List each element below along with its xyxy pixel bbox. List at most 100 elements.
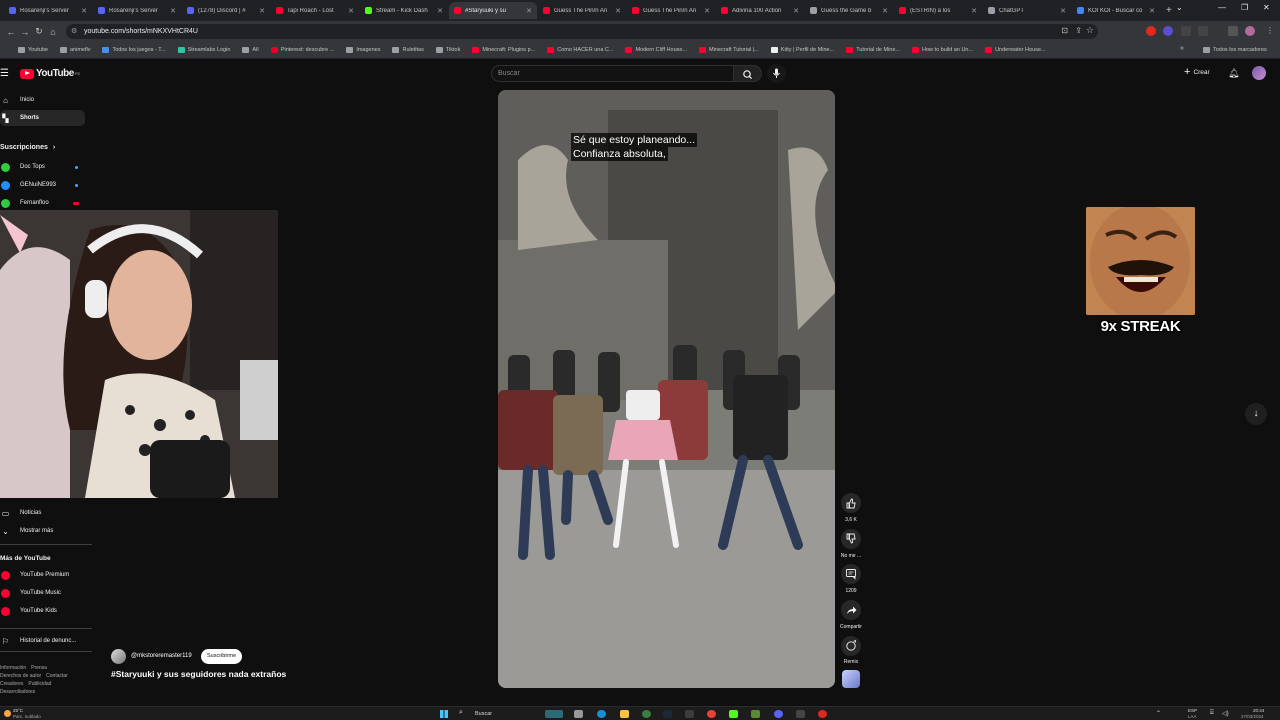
subscription-item[interactable]: Fernanfloo <box>0 195 49 211</box>
sidebar-item-report-history[interactable]: ⚐ Historial de denunc... <box>0 633 76 649</box>
bookmark-item[interactable]: animeflv <box>60 47 90 53</box>
sound-thumbnail[interactable] <box>842 670 860 688</box>
like-button[interactable] <box>841 493 861 513</box>
browser-tab[interactable]: Stream - Kick Dash ✕ <box>360 2 448 19</box>
file-explorer-icon[interactable] <box>620 710 629 718</box>
show-more-button[interactable]: ⌄ Mostrar más <box>0 523 53 539</box>
volume-icon[interactable]: ◁) <box>1222 710 1229 717</box>
subscription-item[interactable]: Doc Tops <box>0 159 45 175</box>
close-window-icon[interactable]: ✕ <box>1263 3 1270 12</box>
xbox-icon[interactable] <box>642 710 651 718</box>
install-icon[interactable]: ⊡ <box>1061 26 1068 35</box>
sidebar-item-more-youtube[interactable]: YouTube Premium <box>0 567 69 583</box>
back-icon[interactable]: ← <box>4 27 18 37</box>
account-avatar[interactable] <box>1252 66 1266 80</box>
chrome-icon[interactable] <box>707 710 716 718</box>
bookmark-item[interactable]: Youtube <box>18 47 48 53</box>
browser-tab[interactable]: Tapi Roach - Lost ✕ <box>271 2 359 19</box>
short-video-player[interactable]: Sé que estoy planeando... Confianza abso… <box>498 90 835 688</box>
sidebar-item-news[interactable]: ▭ Noticias <box>0 505 42 521</box>
search-input[interactable] <box>491 65 734 82</box>
browser-tab[interactable]: KOI KOI - Buscar co ✕ <box>1072 2 1160 19</box>
bookmark-item[interactable]: Underwater House... <box>985 47 1046 53</box>
home-icon[interactable]: ⌂ <box>46 27 60 37</box>
footer-link[interactable]: Contactar <box>46 673 68 679</box>
browser-tab[interactable]: ChatGPT ✕ <box>983 2 1071 19</box>
windows-start-icon[interactable] <box>440 710 448 718</box>
browser-tab[interactable]: Guess the Game b ✕ <box>805 2 893 19</box>
bookmark-item[interactable]: Todos los juegos - T... <box>102 47 166 53</box>
footer-link[interactable]: Información <box>0 665 26 671</box>
extensions-puzzle-icon[interactable] <box>1181 26 1191 36</box>
browser-tab[interactable]: Guess The Pin/n An ✕ <box>627 2 715 19</box>
minimize-icon[interactable]: — <box>1218 3 1226 12</box>
tab-close-icon[interactable]: ✕ <box>1060 7 1066 15</box>
minecraft-icon[interactable] <box>751 710 760 718</box>
next-short-arrow-down-icon[interactable]: ↓ <box>1245 403 1267 425</box>
menu-icon[interactable]: ☰ <box>0 68 9 79</box>
tray-chevron-up-icon[interactable]: ⌃ <box>1156 710 1161 717</box>
sidebar-item-more-youtube[interactable]: YouTube Kids <box>0 603 57 619</box>
tab-close-icon[interactable]: ✕ <box>704 7 710 15</box>
tab-close-icon[interactable]: ✕ <box>1149 7 1155 15</box>
dislike-button[interactable] <box>841 529 861 549</box>
channel-name[interactable]: @mkstoreremaster119 <box>131 653 192 659</box>
bookmark-item[interactable]: Pinterest: descubre ... <box>270 47 334 53</box>
bookmark-item[interactable]: Streamlabs Login <box>177 47 230 53</box>
tab-search-icon[interactable]: ⌄ <box>1176 3 1183 12</box>
site-info-icon[interactable]: ⚙ <box>71 27 77 35</box>
browser-tab[interactable]: #Staryuuki y su ✕ <box>449 2 537 19</box>
bookmark-item[interactable]: Imagenes <box>346 47 380 53</box>
footer-link[interactable]: Creadores <box>0 681 23 687</box>
maximize-icon[interactable]: ❐ <box>1241 3 1248 12</box>
downloads-icon[interactable] <box>1228 26 1238 36</box>
youtube-logo[interactable]: YouTube PE <box>20 68 80 79</box>
clock-time[interactable]: 20:44 <box>1253 708 1264 713</box>
bookmark-item[interactable]: Kitty | Perfil de Mine... <box>770 47 834 53</box>
forward-icon[interactable]: → <box>18 27 32 37</box>
capcut-icon[interactable] <box>796 710 805 718</box>
channel-avatar[interactable] <box>111 649 126 664</box>
taskbar-search-icon[interactable]: ⌕ <box>459 709 463 717</box>
browser-tab[interactable]: Rosarenji's Server ✕ <box>4 2 92 19</box>
edge-icon[interactable] <box>597 710 606 718</box>
tab-close-icon[interactable]: ✕ <box>793 7 799 15</box>
tab-close-icon[interactable]: ✕ <box>437 7 443 15</box>
tab-close-icon[interactable]: ✕ <box>882 7 888 15</box>
new-tab-plus-icon[interactable]: + <box>1166 5 1172 16</box>
weather-icon[interactable] <box>4 710 11 717</box>
task-view-icon[interactable] <box>574 710 583 718</box>
bookmark-item[interactable]: Como HACER una C... <box>547 47 613 53</box>
footer-link[interactable]: Publicidad <box>28 681 51 687</box>
opera-icon[interactable] <box>818 710 827 718</box>
bookmark-item[interactable]: Tutorial de Mine... <box>846 47 900 53</box>
notifications-bell-icon[interactable]: 🔔︎ <box>1228 68 1239 79</box>
sidebar-item-home[interactable]: ⌂ Inicio <box>0 92 34 108</box>
footer-link[interactable]: Prensa <box>31 665 47 671</box>
browser-tab[interactable]: (ESTRIÑ) a los ✕ <box>894 2 982 19</box>
browser-tab[interactable]: (1278) Discord | # ✕ <box>182 2 270 19</box>
bookmark-item[interactable]: Modern Cliff House... <box>625 47 687 53</box>
bookmark-item[interactable]: Tiktok <box>435 47 460 53</box>
profile-avatar[interactable] <box>1245 26 1255 36</box>
browser-tab[interactable]: Rosarenji's Server ✕ <box>93 2 181 19</box>
reload-icon[interactable]: ↻ <box>32 26 46 37</box>
subscribe-button[interactable]: Suscribirme <box>201 649 243 664</box>
bookmark-item[interactable]: Ruletitas <box>392 47 424 53</box>
voice-search-button[interactable] <box>767 64 786 83</box>
subscription-item[interactable]: GENuiNE993 <box>0 177 56 193</box>
url-omnibox[interactable]: ⚙ youtube.com/shorts/mNKXVHtCR4U ⊡ ⇪ ☆ <box>66 24 1098 39</box>
remix-button[interactable] <box>841 636 861 656</box>
app-icon[interactable] <box>685 710 694 718</box>
browser-tab[interactable]: Adivina 100 Action ✕ <box>716 2 804 19</box>
browser-menu-icon[interactable]: ⋮ <box>1266 26 1274 35</box>
bookmark-item[interactable]: How to build an Un... <box>912 47 973 53</box>
bookmarks-overflow-icon[interactable]: » <box>1180 45 1184 52</box>
side-panel-icon[interactable] <box>1198 26 1208 36</box>
tab-close-icon[interactable]: ✕ <box>615 7 621 15</box>
network-icon[interactable]: ⌸ <box>1210 710 1214 717</box>
subscriptions-header[interactable]: Suscripciones › <box>0 144 55 151</box>
bookmark-item[interactable]: Minecraft: Plugins p... <box>472 47 535 53</box>
tab-close-icon[interactable]: ✕ <box>170 7 176 15</box>
taskbar-search-label[interactable]: Buscar <box>475 711 492 717</box>
